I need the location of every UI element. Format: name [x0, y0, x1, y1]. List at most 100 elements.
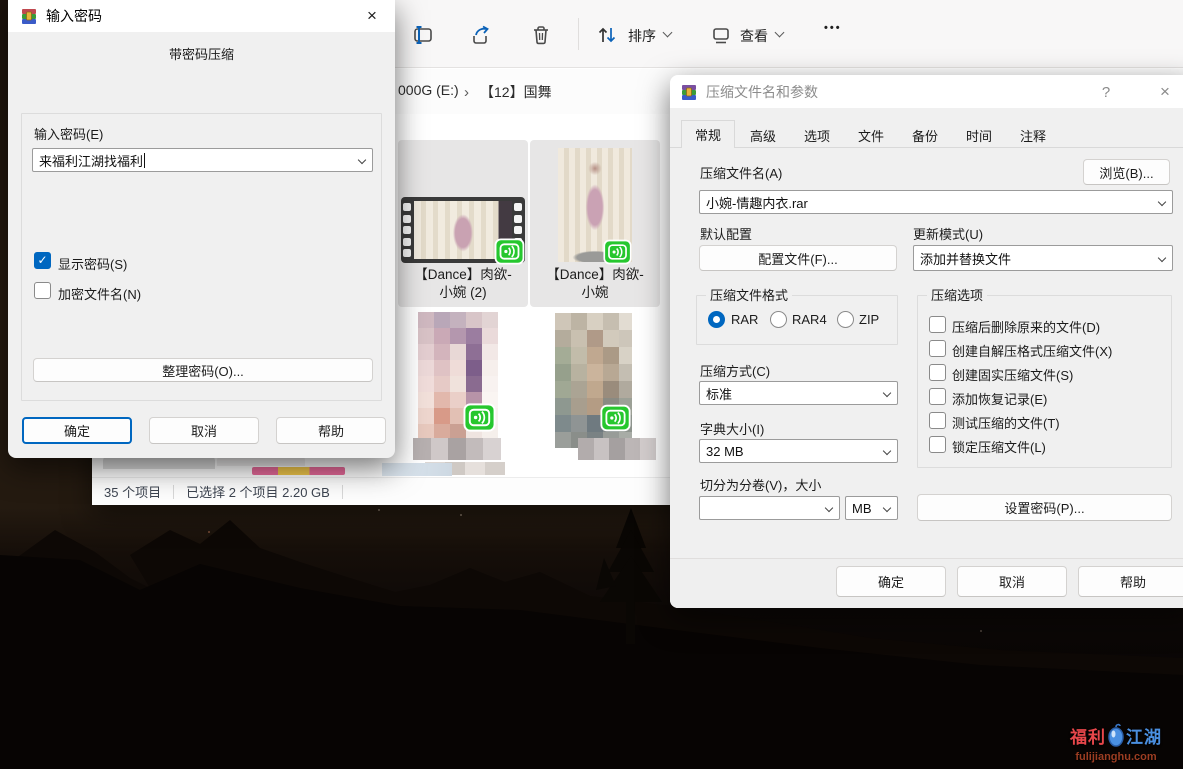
view-button[interactable]: 查看: [740, 26, 768, 46]
sort-button[interactable]: 排序: [628, 26, 656, 46]
method-combo[interactable]: 标准: [699, 381, 898, 405]
file-name: 【Dance】肉欲-: [530, 266, 660, 284]
chevron-down-icon[interactable]: [883, 504, 891, 512]
password-dialog-titlebar[interactable]: 输入密码: [8, 0, 395, 32]
chevron-down-icon[interactable]: [1158, 198, 1166, 206]
password-input[interactable]: 来福利江湖找福利: [32, 148, 373, 172]
selection-summary: 已选择 2 个项目 2.20 GB: [186, 482, 330, 501]
watermark-title: 福利江湖: [1061, 723, 1171, 750]
set-password-button[interactable]: 设置密码(P)...: [917, 494, 1172, 521]
star: [980, 630, 982, 632]
update-mode-label: 更新模式(U): [913, 224, 983, 243]
file-item-image[interactable]: 【Dance】肉欲- 小婉: [530, 140, 660, 307]
chevron-down-icon[interactable]: [883, 447, 891, 455]
checkbox-sfx-label[interactable]: 创建自解压格式压缩文件(X): [952, 341, 1112, 360]
checkbox-encrypt-names[interactable]: [34, 282, 51, 299]
breadcrumb-drive[interactable]: 000G (E:): [398, 82, 459, 98]
method-label: 压缩方式(C): [700, 361, 770, 380]
close-icon[interactable]: ×: [1148, 79, 1182, 105]
options-group-label: 压缩选项: [927, 288, 987, 303]
volume-label: 切分为分卷(V)，大小: [700, 475, 821, 494]
dict-combo[interactable]: 32 MB: [699, 439, 898, 463]
update-mode-value: 添加并替换文件: [920, 249, 1011, 268]
checkbox-show-password-label[interactable]: 显示密码(S): [58, 254, 127, 273]
watermark-word-red: 福利: [1070, 728, 1106, 747]
cancel-button[interactable]: 取消: [957, 566, 1067, 597]
file-name: 小婉: [530, 284, 660, 302]
volume-unit-combo[interactable]: MB: [845, 496, 898, 520]
tab-comment[interactable]: 注释: [1006, 122, 1060, 148]
cast-badge-icon: [463, 402, 496, 433]
radio-zip[interactable]: [837, 311, 854, 328]
password-dialog-title: 输入密码: [46, 6, 102, 26]
checkbox-show-password[interactable]: ✓: [34, 252, 51, 269]
tab-general[interactable]: 常规: [681, 120, 735, 148]
archive-name-label: 压缩文件名(A): [700, 163, 782, 182]
check-icon: ✓: [37, 253, 47, 267]
items-count: 35 个项目: [104, 482, 161, 501]
breadcrumb-chevron-icon: ›: [464, 84, 469, 101]
ok-button[interactable]: 确定: [22, 417, 132, 444]
help-button[interactable]: 帮助: [1078, 566, 1183, 597]
chevron-down-icon[interactable]: [1158, 254, 1166, 262]
cast-badge-icon: [603, 239, 632, 265]
checkbox-solid-label[interactable]: 创建固实压缩文件(S): [952, 365, 1073, 384]
checkbox-delete-files-label[interactable]: 压缩后删除原来的文件(D): [952, 317, 1100, 336]
checkbox-delete-files[interactable]: [929, 316, 946, 333]
close-icon[interactable]: ×: [355, 3, 389, 29]
volume-size-combo[interactable]: [699, 496, 840, 520]
radio-rar4-label[interactable]: RAR4: [792, 312, 827, 327]
chevron-down-icon[interactable]: [825, 504, 833, 512]
text-cursor: [144, 153, 145, 168]
share-icon[interactable]: [470, 24, 492, 46]
radio-rar-label[interactable]: RAR: [731, 312, 758, 327]
archive-name-combo[interactable]: 小婉-情趣内衣.rar: [699, 190, 1173, 214]
breadcrumb-folder[interactable]: 【12】国舞: [480, 82, 552, 102]
password-input-label: 输入密码(E): [34, 124, 103, 143]
tab-files[interactable]: 文件: [844, 122, 898, 148]
tab-options[interactable]: 选项: [790, 122, 844, 148]
tab-advanced[interactable]: 高级: [736, 122, 790, 148]
help-button[interactable]: 帮助: [276, 417, 386, 444]
checkbox-lock[interactable]: [929, 436, 946, 453]
radio-rar[interactable]: [708, 311, 725, 328]
archive-dialog-title: 压缩文件名和参数: [706, 82, 818, 102]
status-separator: [342, 485, 343, 499]
checkbox-recovery[interactable]: [929, 388, 946, 405]
view-chevron-icon[interactable]: [775, 28, 785, 38]
browse-button[interactable]: 浏览(B)...: [1083, 159, 1170, 185]
update-mode-combo[interactable]: 添加并替换文件: [913, 245, 1173, 271]
checkbox-recovery-label[interactable]: 添加恢复记录(E): [952, 389, 1047, 408]
status-separator: [173, 485, 174, 499]
tab-backup[interactable]: 备份: [898, 122, 952, 148]
delete-icon[interactable]: [530, 24, 552, 46]
radio-rar4[interactable]: [770, 311, 787, 328]
cancel-button[interactable]: 取消: [149, 417, 259, 444]
winrar-icon: [20, 7, 38, 25]
rename-icon[interactable]: [412, 24, 434, 46]
checkbox-lock-label[interactable]: 锁定压缩文件(L): [952, 437, 1046, 456]
tab-divider: [670, 147, 1183, 148]
dict-value: 32 MB: [706, 444, 744, 459]
more-options-button[interactable]: •••: [824, 22, 842, 34]
checkbox-test[interactable]: [929, 412, 946, 429]
ok-button[interactable]: 确定: [836, 566, 946, 597]
chevron-down-icon[interactable]: [358, 156, 366, 164]
checkbox-encrypt-names-label[interactable]: 加密文件名(N): [58, 284, 141, 303]
sort-chevron-icon[interactable]: [663, 28, 673, 38]
radio-zip-label[interactable]: ZIP: [859, 312, 879, 327]
star: [460, 514, 462, 516]
file-item-video[interactable]: 【Dance】肉欲- 小婉 (2): [398, 140, 528, 307]
chevron-down-icon[interactable]: [883, 389, 891, 397]
censored-filename: [413, 438, 501, 460]
sort-icon[interactable]: [596, 24, 618, 46]
profiles-button[interactable]: 配置文件(F)...: [699, 245, 897, 271]
checkbox-test-label[interactable]: 测试压缩的文件(T): [952, 413, 1060, 432]
tab-time[interactable]: 时间: [952, 122, 1006, 148]
help-icon[interactable]: ?: [1091, 79, 1121, 105]
checkbox-sfx[interactable]: [929, 340, 946, 357]
checkbox-solid[interactable]: [929, 364, 946, 381]
organize-passwords-button[interactable]: 整理密码(O)...: [33, 358, 373, 382]
view-icon[interactable]: [710, 24, 732, 46]
watermark-site: fulijianghu.com: [1061, 752, 1171, 763]
